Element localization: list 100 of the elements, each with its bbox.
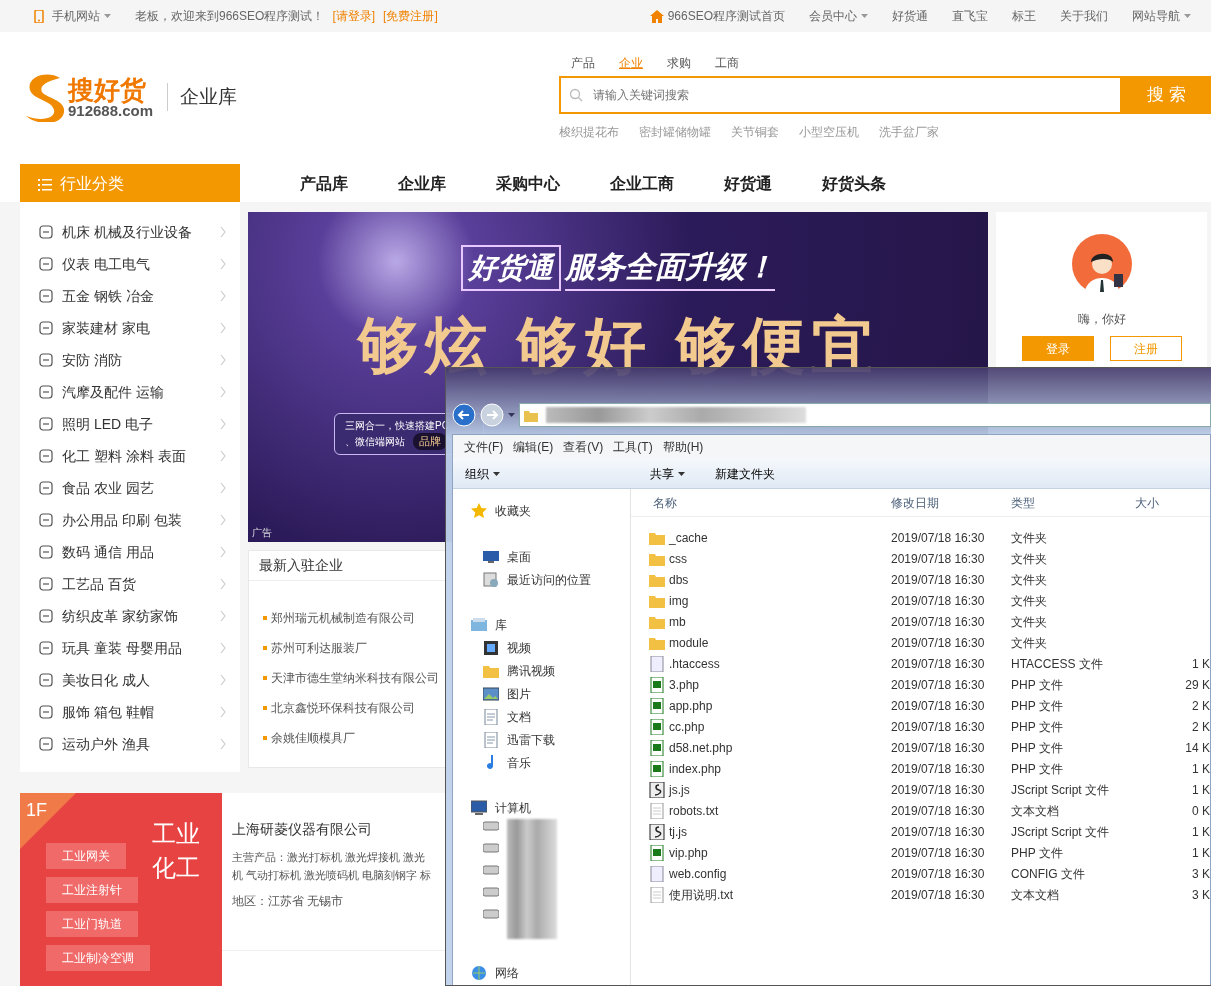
category-item[interactable]: 家装建材 家电 — [20, 312, 240, 344]
nav-link[interactable]: 好货通 — [724, 172, 772, 196]
toolbar-button[interactable]: 组织 — [465, 464, 500, 483]
file-size: 2 K — [1191, 718, 1210, 736]
file-row[interactable]: robots.txt 2019/07/18 16:30 文本文档 0 K — [631, 800, 1210, 821]
file-name: .htaccess — [669, 655, 720, 673]
nav-pane-item[interactable]: 计算机 — [453, 796, 630, 819]
nav-pane-item[interactable]: 收藏夹 — [453, 499, 630, 522]
text-file-icon — [649, 886, 665, 903]
search-tab[interactable]: 产品 — [559, 54, 607, 72]
file-type: 文件夹 — [1011, 550, 1048, 568]
search-tab[interactable]: 求购 — [655, 54, 703, 72]
column-header[interactable]: 名称 — [631, 493, 891, 512]
category-icon — [38, 416, 54, 432]
category-item[interactable]: 服饰 箱包 鞋帽 — [20, 696, 240, 728]
nav-pane-item[interactable]: 腾讯视频 — [453, 659, 630, 682]
search-icon — [569, 88, 583, 102]
search-field[interactable]: 请输入关键词搜索 — [559, 76, 1122, 114]
nav-pane-item[interactable]: 库 — [453, 613, 630, 636]
top-link[interactable]: 标王 — [1012, 7, 1036, 25]
category-item[interactable]: 汽摩及配件 运输 — [20, 376, 240, 408]
category-item[interactable]: 机床 机械及行业设备 — [20, 216, 240, 248]
nav-pane-item[interactable]: 视频 — [453, 636, 630, 659]
top-link[interactable]: 好货通 — [892, 7, 928, 25]
category-item[interactable]: 美妆日化 成人 — [20, 664, 240, 696]
nav-pane-item[interactable]: 图片 — [453, 682, 630, 705]
nav-link[interactable]: 企业库 — [398, 172, 446, 196]
file-type: PHP 文件 — [1011, 739, 1064, 757]
file-size: 3 K — [1191, 886, 1210, 904]
menu-item[interactable]: 帮助(H) — [657, 438, 709, 456]
nav-pane-item[interactable]: 网络 — [453, 961, 630, 984]
file-row[interactable]: tj.js 2019/07/18 16:30 JScript Script 文件 1 K — [631, 821, 1210, 842]
file-row[interactable]: img 2019/07/18 16:30 文件夹 — [631, 590, 1210, 611]
file-type: PHP 文件 — [1011, 697, 1064, 715]
company-name[interactable]: 上海研菱仪器有限公司 — [232, 819, 372, 840]
menu-item[interactable]: 编辑(E) — [508, 438, 559, 456]
file-row[interactable]: .htaccess 2019/07/18 16:30 HTACCESS 文件 1 K — [631, 653, 1210, 674]
file-row[interactable]: module 2019/07/18 16:30 文件夹 — [631, 632, 1210, 653]
column-header[interactable]: 类型 — [1011, 493, 1129, 512]
menu-item[interactable]: 查看(V) — [558, 438, 609, 456]
file-row[interactable]: js.js 2019/07/18 16:30 JScript Script 文件 1 K — [631, 779, 1210, 800]
top-link[interactable]: 会员中心 — [809, 7, 868, 25]
category-item[interactable]: 食品 农业 园艺 — [20, 472, 240, 504]
company-link[interactable]: 北京鑫悦环保科技有限公司 — [263, 693, 415, 723]
column-header[interactable]: 大小 — [1129, 493, 1210, 512]
file-row[interactable]: 3.php 2019/07/18 16:30 PHP 文件 29 K — [631, 674, 1210, 695]
file-row[interactable]: 使用说明.txt 2019/07/18 16:30 文本文档 3 K — [631, 884, 1210, 905]
file-type: 文件夹 — [1011, 613, 1048, 631]
file-type: 文件夹 — [1011, 571, 1048, 589]
company-link[interactable]: 郑州瑞元机械制造有限公司 — [263, 603, 415, 633]
nav-pane-item[interactable]: 文档 — [453, 705, 630, 728]
category-item[interactable]: 工艺品 百货 — [20, 568, 240, 600]
file-date: 2019/07/18 16:30 — [891, 865, 986, 883]
file-name: mb — [669, 613, 686, 631]
company-link[interactable]: 余姚佳顺模具厂 — [263, 723, 355, 753]
file-type: 文件夹 — [1011, 592, 1048, 610]
category-item[interactable]: 玩具 童装 母婴用品 — [20, 632, 240, 664]
chevron-right-icon — [220, 258, 226, 270]
category-item[interactable]: 办公用品 印刷 包装 — [20, 504, 240, 536]
top-link[interactable]: 网站导航 — [1132, 7, 1191, 25]
category-item[interactable]: 纺织皮革 家纺家饰 — [20, 600, 240, 632]
company-link[interactable]: 天津市德生堂纳米科技有限公司 — [263, 663, 439, 693]
nav-link[interactable]: 好货头条 — [822, 172, 886, 196]
category-item[interactable]: 五金 钢铁 冶金 — [20, 280, 240, 312]
file-row[interactable]: app.php 2019/07/18 16:30 PHP 文件 2 K — [631, 695, 1210, 716]
top-link[interactable]: 关于我们 — [1060, 7, 1108, 25]
category-icon — [38, 544, 54, 560]
toolbar-button[interactable]: 新建文件夹 — [715, 464, 775, 483]
category-item[interactable]: 化工 塑料 涂料 表面 — [20, 440, 240, 472]
mobile-site-link[interactable]: 手机网站 — [52, 7, 111, 25]
category-item[interactable]: 安防 消防 — [20, 344, 240, 376]
category-title: 行业分类 — [60, 174, 124, 194]
menu-item[interactable]: 工具(T) — [608, 438, 658, 456]
toolbar-button[interactable]: 共享 — [650, 464, 685, 483]
category-item[interactable]: 仪表 电工电气 — [20, 248, 240, 280]
category-item[interactable]: 数码 通信 用品 — [20, 536, 240, 568]
nav-link[interactable]: 采购中心 — [496, 172, 560, 196]
top-link[interactable]: 966SEO程序测试首页 — [649, 7, 785, 25]
file-row[interactable]: vip.php 2019/07/18 16:30 PHP 文件 1 K — [631, 842, 1210, 863]
file-row[interactable]: mb 2019/07/18 16:30 文件夹 — [631, 611, 1210, 632]
nav-pane-item[interactable]: 迅雷下载 — [453, 728, 630, 751]
nav-pane-item[interactable]: 音乐 — [453, 751, 630, 774]
category-item[interactable]: 运动户外 渔具 — [20, 728, 240, 760]
file-row[interactable]: _cache 2019/07/18 16:30 文件夹 — [631, 527, 1210, 548]
file-row[interactable]: web.config 2019/07/18 16:30 CONFIG 文件 3 K — [631, 863, 1210, 884]
file-row[interactable]: d58.net.php 2019/07/18 16:30 PHP 文件 14 K — [631, 737, 1210, 758]
nav-link[interactable]: 企业工商 — [610, 172, 674, 196]
search-tab[interactable]: 工商 — [703, 54, 751, 72]
top-link[interactable]: 直飞宝 — [952, 7, 988, 25]
file-type: 文件夹 — [1011, 634, 1048, 652]
file-row[interactable]: cc.php 2019/07/18 16:30 PHP 文件 2 K — [631, 716, 1210, 737]
company-link[interactable]: 苏州可利达服装厂 — [263, 633, 367, 663]
column-header[interactable]: 修改日期 — [891, 493, 1011, 512]
file-row[interactable]: index.php 2019/07/18 16:30 PHP 文件 1 K — [631, 758, 1210, 779]
address-bar[interactable] — [519, 403, 1211, 427]
library-icon — [471, 616, 487, 633]
nav-link[interactable]: 产品库 — [300, 172, 348, 196]
forward-icon — [480, 403, 504, 427]
drive-icon — [483, 841, 499, 855]
category-item[interactable]: 照明 LED 电子 — [20, 408, 240, 440]
